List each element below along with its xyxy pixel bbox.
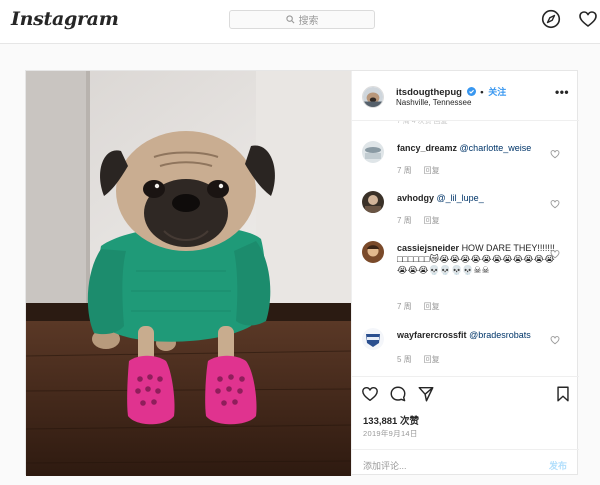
comment-text: wayfarercrossfit @bradesrobats <box>397 330 560 341</box>
comment-meta: 5 周 回复 <box>397 354 440 365</box>
search-input[interactable]: 搜索 <box>229 10 375 29</box>
reply-button[interactable]: 回复 <box>424 216 440 225</box>
post-header: itsdougthepug • 关注 Nashville, Tennessee … <box>352 71 579 121</box>
comment-text: avhodgy @_lil_lupe_ <box>397 193 560 204</box>
commenter-username[interactable]: avhodgy <box>397 193 434 203</box>
commenter-avatar[interactable] <box>362 191 384 213</box>
commenter-avatar[interactable] <box>362 241 384 263</box>
comment-body[interactable]: @charlotte_weise <box>460 143 532 153</box>
post-location[interactable]: Nashville, Tennessee <box>396 98 471 107</box>
comment-like-heart-icon[interactable] <box>550 199 560 209</box>
activity-heart-icon[interactable] <box>578 9 598 29</box>
save-bookmark-icon[interactable] <box>554 385 572 403</box>
comment-body[interactable]: @bradesrobats <box>469 330 531 340</box>
reply-button[interactable]: 回复 <box>424 302 440 311</box>
comment-like-heart-icon[interactable] <box>550 249 560 259</box>
reply-button[interactable]: 回复 <box>424 355 440 364</box>
top-nav: Instagram 搜索 <box>0 0 600 44</box>
comment-meta: 7 周 回复 <box>397 165 440 176</box>
instagram-logo[interactable]: Instagram <box>11 8 119 30</box>
commenter-avatar[interactable] <box>362 328 384 350</box>
post-card: itsdougthepug • 关注 Nashville, Tennessee … <box>25 70 579 476</box>
comment-time: 7 周 <box>397 166 412 175</box>
comment-text: cassiejsneider HOW DARE THEY!!!!!!!□□□□□… <box>397 243 560 276</box>
author-username-row: itsdougthepug • 关注 <box>396 85 506 98</box>
reply-button[interactable]: 回复 <box>424 166 440 175</box>
comment-like-heart-icon[interactable] <box>550 149 560 159</box>
post-sidebar: itsdougthepug • 关注 Nashville, Tennessee … <box>351 71 579 476</box>
separator-dot: • <box>480 87 484 98</box>
explore-compass-icon[interactable] <box>541 9 561 29</box>
pug-photo-illustration <box>26 71 351 476</box>
comment-time: 7 周 <box>397 216 412 225</box>
follow-button[interactable]: 关注 <box>488 87 506 97</box>
post-photo[interactable] <box>26 71 351 476</box>
verified-badge-icon <box>466 87 476 96</box>
search-placeholder: 搜索 <box>298 16 319 27</box>
comment-meta: 7 周 回复 <box>397 301 440 312</box>
comment-body[interactable]: @_lil_lupe_ <box>437 193 484 203</box>
share-paper-plane-icon[interactable] <box>417 385 435 403</box>
search-icon <box>285 15 294 24</box>
cut-off-comment-meta: 7 周 4 次赞 回复 <box>397 121 448 125</box>
post-date: 2019年9月14日 <box>363 429 418 438</box>
commenter-avatar[interactable] <box>362 141 384 163</box>
add-comment-input[interactable]: 添加评论... <box>363 459 407 472</box>
comments-list[interactable]: 7 周 4 次赞 回复 fancy_dreamz @charlotte_weis… <box>352 121 579 376</box>
comment-like-heart-icon[interactable] <box>550 335 560 345</box>
comment-time: 5 周 <box>397 355 412 364</box>
comment-meta: 7 周 回复 <box>397 215 440 226</box>
post-comment-button[interactable]: 发布 <box>549 459 567 472</box>
comment-time: 7 周 <box>397 302 412 311</box>
add-comment-bar: 添加评论... 发布 <box>352 449 579 477</box>
commenter-username[interactable]: cassiejsneider <box>397 243 459 253</box>
more-options-button[interactable]: ••• <box>555 85 569 99</box>
author-avatar[interactable] <box>362 86 384 108</box>
post-actions: 133,881 次赞 2019年9月14日 添加评论... 发布 <box>352 376 579 476</box>
commenter-username[interactable]: wayfarercrossfit <box>397 330 467 340</box>
like-heart-icon[interactable] <box>361 385 379 403</box>
author-username[interactable]: itsdougthepug <box>396 87 462 98</box>
comment-text: fancy_dreamz @charlotte_weise <box>397 143 560 154</box>
commenter-username[interactable]: fancy_dreamz <box>397 143 457 153</box>
like-count[interactable]: 133,881 次赞 <box>363 413 419 427</box>
comment-bubble-icon[interactable] <box>389 385 407 403</box>
